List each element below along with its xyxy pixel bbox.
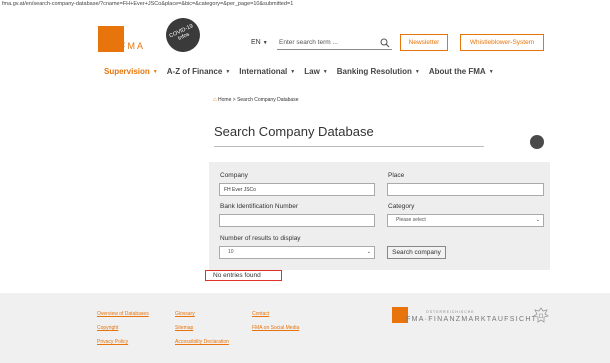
- page-title: Search Company Database: [214, 124, 374, 139]
- results-count-select[interactable]: 10 ⌄: [219, 246, 375, 259]
- nav-item-a-z-of-finance[interactable]: A-Z of Finance ▼: [167, 67, 231, 79]
- austrian-eagle-icon: [533, 307, 549, 323]
- breadcrumb-current: Search Company Database: [237, 97, 299, 103]
- nav-item-label: About the FMA: [428, 67, 486, 76]
- main-nav: Supervision ▼ A-Z of Finance ▼ Internation…: [104, 67, 503, 79]
- place-label: Place: [388, 172, 405, 179]
- breadcrumb: ⌂ Home > Search Company Database: [213, 97, 299, 103]
- nav-item-label: Banking Resolution: [336, 67, 412, 76]
- results-count-label: Number of results to display: [220, 235, 301, 242]
- browser-url[interactable]: fma.gv.at/en/search-company-database/?cn…: [0, 0, 610, 9]
- language-label: EN: [251, 39, 261, 46]
- footer-link-privacy-policy[interactable]: Privacy Policy: [97, 339, 128, 345]
- footer-link-sitemap[interactable]: Sitemap: [175, 325, 193, 331]
- footer-link-social-media[interactable]: FMA on Social Media: [252, 325, 299, 331]
- bic-field[interactable]: [219, 214, 375, 227]
- company-label: Company: [220, 172, 248, 179]
- nav-item-supervision[interactable]: Supervision ▼: [104, 67, 158, 79]
- search-icon[interactable]: [380, 38, 390, 48]
- category-select[interactable]: Please select ⌄: [387, 214, 544, 227]
- nav-item-label: Law: [304, 67, 320, 76]
- footer-link-glossary[interactable]: Glossary: [175, 311, 195, 317]
- chevron-down-icon: ▼: [322, 69, 328, 75]
- nav-item-law[interactable]: Law ▼: [304, 67, 328, 79]
- chevron-down-icon: ▼: [225, 69, 231, 75]
- chevron-down-icon: ▼: [488, 69, 494, 75]
- chevron-down-icon: ▼: [290, 69, 296, 75]
- place-field[interactable]: [387, 183, 544, 196]
- footer-logo-text: FMA·FINANZMARKTAUFSICHT: [406, 316, 538, 323]
- home-icon[interactable]: ⌂: [213, 97, 217, 103]
- nav-item-label: A-Z of Finance: [166, 67, 223, 76]
- nav-item-banking-resolution[interactable]: Banking Resolution ▼: [337, 67, 420, 79]
- footer-logo-subtitle: ÖSTERREICHISCHE: [426, 310, 475, 314]
- footer-link-contact[interactable]: Contact: [252, 311, 269, 317]
- bic-label: Bank Identification Number: [220, 203, 299, 210]
- nav-item-label: International: [239, 67, 288, 76]
- footer-link-accessibility-declaration[interactable]: Accessibility Declaration: [175, 339, 229, 345]
- chevron-down-icon: ▼: [262, 40, 268, 46]
- results-count-selected: 10: [228, 249, 234, 255]
- footer-link-overview-of-databases[interactable]: Overview of Databases: [97, 311, 149, 317]
- search-input[interactable]: [279, 37, 377, 48]
- category-selected: Please select: [396, 217, 426, 223]
- category-label: Category: [388, 203, 415, 210]
- whistleblower-button[interactable]: Whistleblower-System: [460, 34, 544, 51]
- accessibility-icon[interactable]: [530, 135, 544, 149]
- fma-logo-text: FMA: [120, 41, 145, 51]
- covid-info-badge[interactable]: COVID-19 Infos: [160, 12, 206, 58]
- site-search: [277, 36, 392, 50]
- title-divider: [214, 146, 484, 147]
- breadcrumb-separator: >: [232, 97, 236, 103]
- chevron-down-icon: ⌄: [366, 249, 371, 255]
- breadcrumb-home[interactable]: Home: [218, 97, 231, 103]
- chevron-down-icon: ⌄: [535, 217, 540, 223]
- chevron-down-icon: ▼: [152, 69, 158, 75]
- company-field[interactable]: [219, 183, 375, 196]
- newsletter-button[interactable]: Newsletter: [400, 34, 448, 51]
- footer: [0, 293, 610, 363]
- no-entries-message: No entries found: [205, 270, 282, 281]
- nav-item-about-the-fma[interactable]: About the FMA ▼: [429, 67, 494, 79]
- language-selector[interactable]: EN ▼: [251, 39, 268, 46]
- nav-item-international[interactable]: International ▼: [239, 67, 295, 79]
- nav-item-label: Supervision: [104, 67, 150, 76]
- footer-link-copyright[interactable]: Copyright: [97, 325, 118, 331]
- chevron-down-icon: ▼: [414, 69, 420, 75]
- search-company-button[interactable]: Search company: [387, 246, 446, 259]
